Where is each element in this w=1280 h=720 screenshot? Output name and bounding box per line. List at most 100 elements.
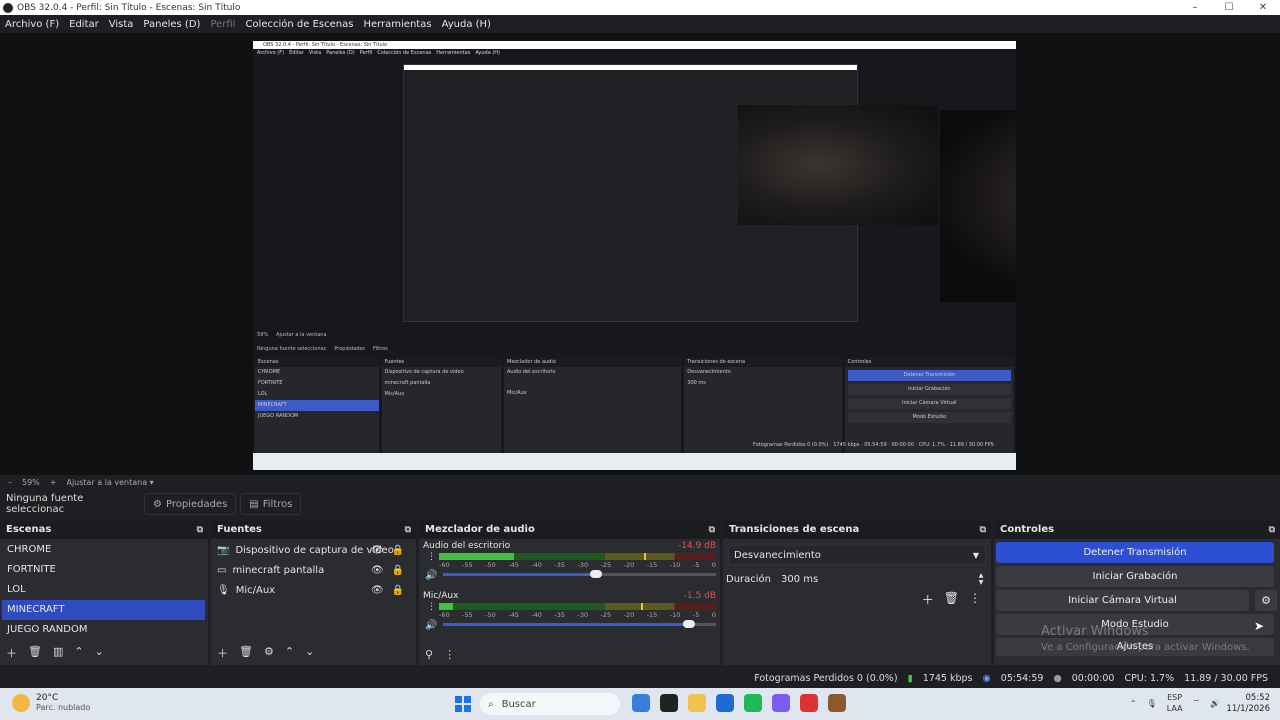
- mixer-channel-mic: Mic/Aux -1.5 dB ⋮ -60 -55 -50 -45 -40 -35 -30 -2…: [423, 591, 716, 631]
- more-icon[interactable]: ⋮: [969, 591, 981, 608]
- duration-stepper[interactable]: ▲ ▼: [976, 572, 986, 586]
- volume-icon[interactable]: 🔊: [1210, 699, 1220, 708]
- filters-button[interactable]: ▤ Filtros: [240, 493, 302, 515]
- start-button[interactable]: [455, 696, 471, 712]
- preview-nested-source-bar: Ninguna fuente seleccionac Propiedades Fil…: [257, 346, 388, 352]
- source-item-minecraft[interactable]: ▭ minecraft pantalla 👁 🔒: [211, 560, 416, 580]
- trash-icon[interactable]: 🗑: [239, 645, 253, 661]
- undock-icon[interactable]: ⧉: [709, 521, 715, 539]
- volume-slider[interactable]: [443, 570, 716, 578]
- volume-slider[interactable]: [443, 620, 716, 628]
- obs-icon[interactable]: [800, 694, 818, 712]
- widgets-icon[interactable]: [632, 694, 650, 712]
- language-indicator[interactable]: ESP LAA: [1167, 692, 1183, 714]
- filter-icon: ▤: [249, 498, 259, 510]
- wifi-icon[interactable]: ⌔: [1193, 698, 1201, 708]
- audio-mixer-dock: Mezclador de audio ⧉ Audio del escritorio…: [419, 521, 720, 665]
- source-item-mic[interactable]: 🎙 Mic/Aux 👁 🔒: [211, 580, 416, 600]
- menu-perfil[interactable]: Perfil: [210, 19, 235, 30]
- scene-item-fortnite[interactable]: FORTNITE: [0, 560, 208, 580]
- stop-stream-button[interactable]: Detener Transmisión: [996, 542, 1274, 563]
- lock-icon[interactable]: 🔒: [392, 585, 404, 596]
- fit-to-window-dropdown[interactable]: Ajustar a la ventana ▾: [66, 478, 153, 487]
- start-recording-button[interactable]: Iniciar Grabación: [996, 566, 1274, 587]
- scene-item-chrome[interactable]: CHROME: [0, 540, 208, 560]
- add-icon[interactable]: ＋: [217, 645, 228, 661]
- menu-vista[interactable]: Vista: [109, 19, 134, 30]
- lock-icon[interactable]: 🔒: [392, 565, 404, 576]
- eye-icon[interactable]: 👁: [371, 565, 384, 576]
- undock-icon[interactable]: ⧉: [405, 521, 411, 539]
- store-icon[interactable]: [716, 694, 734, 712]
- menu-editar[interactable]: Editar: [69, 19, 99, 30]
- transitions-title: Transiciones de escena ⧉: [723, 521, 991, 539]
- virtual-camera-settings-icon[interactable]: ⚙: [1255, 590, 1277, 611]
- sources-toolbar: ＋ 🗑 ⚙ ⌃ ⌄: [217, 645, 314, 661]
- scene-item-minecraft[interactable]: MINECRAFT: [2, 600, 205, 620]
- undock-icon[interactable]: ⧉: [1269, 521, 1275, 539]
- chevron-up-icon[interactable]: ⌃: [1130, 699, 1137, 708]
- arrow-down-icon[interactable]: ⌄: [95, 645, 104, 661]
- scene-item-lol[interactable]: LOL: [0, 580, 208, 600]
- add-icon[interactable]: ＋: [6, 645, 17, 661]
- speaker-icon[interactable]: 🔊: [425, 620, 437, 631]
- rec-time: 00:00:00: [1071, 672, 1115, 684]
- weather-icon: [12, 693, 30, 712]
- eye-icon[interactable]: 👁: [371, 545, 384, 556]
- menu-coleccion-escenas[interactable]: Colección de Escenas: [245, 19, 353, 30]
- close-icon[interactable]: ✕: [1246, 2, 1280, 13]
- properties-button[interactable]: ⚙ Propiedades: [144, 493, 237, 515]
- zoom-in-button[interactable]: +: [50, 478, 57, 487]
- maximize-icon[interactable]: ☐: [1212, 2, 1246, 13]
- undock-icon[interactable]: ⧉: [197, 521, 203, 539]
- zoom-out-button[interactable]: –: [8, 478, 12, 487]
- taskbar-clock[interactable]: 05:52 11/1/2026: [1226, 693, 1270, 715]
- menu-archivo[interactable]: Archivo (F): [5, 19, 59, 30]
- gear-icon[interactable]: ⚙: [264, 645, 274, 661]
- taskbar-apps: [632, 694, 846, 712]
- more-icon[interactable]: ⋮: [427, 552, 436, 562]
- taskbar-search[interactable]: ⌕ Buscar: [480, 693, 620, 715]
- duration-input[interactable]: 300 ms: [781, 574, 818, 585]
- arrow-up-icon[interactable]: ⌃: [74, 645, 83, 661]
- meter-level: [439, 553, 514, 560]
- undock-icon[interactable]: ⧉: [980, 521, 986, 539]
- add-icon[interactable]: ＋: [922, 591, 934, 608]
- file-explorer-icon[interactable]: [688, 694, 706, 712]
- eye-icon[interactable]: 👁: [371, 585, 384, 596]
- more-icon[interactable]: ⋮: [427, 602, 436, 612]
- window-titlebar: OBS 32.0.4 - Perfil: Sin Título - Escena…: [0, 0, 1280, 15]
- minecraft-icon[interactable]: [828, 694, 846, 712]
- arrow-down-icon[interactable]: ⌄: [305, 645, 314, 661]
- scene-item-juego-random[interactable]: JUEGO RANDOM: [0, 620, 208, 640]
- more-icon[interactable]: ⋮: [444, 648, 455, 661]
- minimize-icon[interactable]: –: [1178, 2, 1212, 13]
- cpu-usage: CPU: 1.7%: [1124, 672, 1175, 684]
- live-icon: ◉: [982, 672, 991, 684]
- mic-tray-icon[interactable]: 🎙: [1147, 699, 1157, 708]
- menu-herramientas[interactable]: Herramientas: [363, 19, 431, 30]
- weather-widget[interactable]: 20°C Parc. nublado: [12, 693, 90, 712]
- arrow-up-icon[interactable]: ⌃: [285, 645, 294, 661]
- menu-ayuda[interactable]: Ayuda (H): [442, 19, 491, 30]
- speaker-icon[interactable]: 🔊: [425, 570, 437, 581]
- source-item-capture[interactable]: 📷 Dispositivo de captura de video 👁 🔒: [211, 540, 416, 560]
- trash-icon[interactable]: 🗑: [28, 645, 42, 661]
- sources-dock: Fuentes ⧉ 📷 Dispositivo de captura de vide…: [211, 521, 416, 665]
- meter-ticks: -60 -55 -50 -45 -40 -35 -30 -25 -20 -15 -10 -5 0: [439, 611, 716, 619]
- spotify-icon[interactable]: [744, 694, 762, 712]
- windows-taskbar: 20°C Parc. nublado ⌕ Buscar ⌃ 🎙 ESP LAA ⌔ 🔊…: [0, 688, 1280, 720]
- dropped-frames: Fotogramas Perdidos 0 (0.0%): [754, 672, 898, 684]
- start-virtual-camera-button[interactable]: Iniciar Cámara Virtual: [996, 590, 1249, 611]
- trash-icon[interactable]: 🗑: [944, 591, 959, 608]
- discord-icon[interactable]: [772, 694, 790, 712]
- task-view-icon[interactable]: [660, 694, 678, 712]
- link-icon[interactable]: ⚲: [425, 648, 433, 661]
- transition-select[interactable]: Desvanecimiento ▼: [728, 545, 986, 565]
- scenes-dock: Escenas ⧉ CHROME FORTNITE LOL MINECRAFT J…: [0, 521, 208, 665]
- preview-canvas[interactable]: OBS 32.0.4 - Perfil: Sin Título - Escena…: [0, 33, 1280, 475]
- menu-paneles[interactable]: Paneles (D): [143, 19, 200, 30]
- lock-icon[interactable]: 🔒: [392, 545, 404, 556]
- preview-frame: OBS 32.0.4 - Perfil: Sin Título - Escena…: [253, 41, 1016, 470]
- filter-icon[interactable]: ▥: [53, 645, 63, 661]
